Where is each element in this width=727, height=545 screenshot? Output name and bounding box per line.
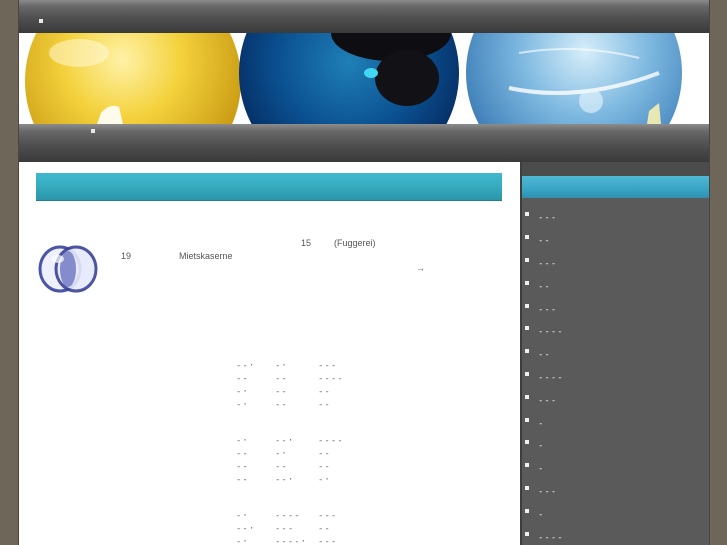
table-cell: -· [236, 387, 249, 397]
sidebar-item[interactable]: ---- [522, 368, 709, 391]
sidebar-item[interactable]: -- [522, 345, 709, 368]
sidebar-item-label: --- [538, 213, 558, 223]
main-content: 15 (Fuggerei) 19 Mietskaserne → --· -· -… [19, 162, 520, 545]
sidebar-item-label: - [538, 510, 545, 520]
sidebar-header [522, 176, 709, 198]
table-cell: --- [318, 537, 338, 545]
table-cell: -- [236, 462, 249, 472]
post-title-bar [36, 173, 502, 201]
bullet-icon [525, 326, 529, 330]
bullet-icon [525, 258, 529, 262]
sidebar-item-label: - [538, 441, 545, 451]
table-cell: -- [275, 374, 288, 384]
header-banner [19, 33, 709, 124]
sidebar-item[interactable]: -- [522, 277, 709, 300]
table-cell: -- [318, 387, 331, 397]
sidebar-item[interactable]: --- [522, 482, 709, 505]
table-cell: -· [236, 537, 249, 545]
main-nav-bullet[interactable] [91, 129, 95, 133]
table-cell: -- [318, 462, 331, 472]
glass-spheres-banner-image [19, 33, 709, 124]
sidebar-item[interactable]: --- [522, 254, 709, 277]
sidebar-item-label: -- [538, 236, 551, 246]
table-cell: -- [318, 449, 331, 459]
table-cell: -· [318, 475, 331, 485]
bullet-icon [525, 304, 529, 308]
table-cell: --· [236, 361, 256, 371]
table-cell: --- [318, 511, 338, 521]
table-cell: -· [236, 400, 249, 410]
sidebar-item-label: ---- [538, 533, 564, 543]
sidebar-item-label: - [538, 419, 545, 429]
top-navigation-bar [19, 0, 709, 33]
sidebar: --- -- --- -- --- ---- -- ---- --- - - -… [520, 162, 709, 545]
sidebar-item-label: --- [538, 259, 558, 269]
table-cell: -- [275, 387, 288, 397]
sidebar-item[interactable]: - [522, 505, 709, 528]
bullet-icon [525, 463, 529, 467]
bullet-icon [525, 509, 529, 513]
table-cell: -· [275, 449, 288, 459]
bullet-icon [525, 395, 529, 399]
bullet-icon [525, 281, 529, 285]
post-date-number: 15 [301, 238, 312, 248]
post-keyword: Mietskaserne [179, 251, 233, 261]
bullet-icon [525, 440, 529, 444]
table-cell: --- [318, 361, 338, 371]
post-thumbnail-image [38, 245, 98, 293]
table-cell: ---- [318, 436, 344, 446]
sidebar-item-label: --- [538, 487, 558, 497]
read-more-arrow-icon[interactable]: → [416, 263, 425, 274]
table-cell: --· [275, 475, 295, 485]
sidebar-item[interactable]: - [522, 459, 709, 482]
bullet-icon [525, 349, 529, 353]
table-cell: -- [318, 400, 331, 410]
sidebar-item[interactable]: --- [522, 391, 709, 414]
sidebar-item[interactable]: --- [522, 300, 709, 323]
table-cell: -· [236, 511, 249, 521]
table-cell: -· [236, 436, 249, 446]
sidebar-item[interactable]: -- [522, 231, 709, 254]
sidebar-top-cap [522, 162, 709, 176]
table-cell: -- [275, 462, 288, 472]
table-cell: -- [236, 374, 249, 384]
table-cell: -- [275, 400, 288, 410]
bullet-icon [525, 212, 529, 216]
table-cell: ----· [275, 537, 308, 545]
table-cell: -- [236, 475, 249, 485]
sidebar-item[interactable]: --- [522, 208, 709, 231]
sidebar-item-label: ---- [538, 373, 564, 383]
sidebar-item-label: ---- [538, 327, 564, 337]
bullet-icon [525, 235, 529, 239]
table-cell: --- [275, 524, 295, 534]
table-cell: --· [275, 436, 295, 446]
table-cell: ---- [318, 374, 344, 384]
bullet-icon [525, 486, 529, 490]
table-cell: -· [275, 361, 288, 371]
sidebar-item-label: -- [538, 282, 551, 292]
bullet-icon [525, 418, 529, 422]
table-cell: --· [236, 524, 256, 534]
top-nav-bullet[interactable] [39, 19, 43, 23]
post-year-prefix: 19 [121, 251, 132, 261]
main-navigation-bar [19, 124, 709, 162]
table-cell: -- [236, 449, 249, 459]
sidebar-item[interactable]: ---- [522, 528, 709, 545]
page-frame: 15 (Fuggerei) 19 Mietskaserne → --· -· -… [18, 0, 710, 545]
bullet-icon [525, 372, 529, 376]
sidebar-item-label: --- [538, 305, 558, 315]
sidebar-item[interactable]: - [522, 414, 709, 437]
sidebar-item-label: -- [538, 350, 551, 360]
post-place: (Fuggerei) [334, 238, 376, 248]
sidebar-item[interactable]: ---- [522, 322, 709, 345]
table-cell: ---- [275, 511, 301, 521]
sidebar-item[interactable]: - [522, 436, 709, 459]
sidebar-item-label: - [538, 464, 545, 474]
bullet-icon [525, 532, 529, 536]
table-cell: -- [318, 524, 331, 534]
sidebar-item-label: --- [538, 396, 558, 406]
